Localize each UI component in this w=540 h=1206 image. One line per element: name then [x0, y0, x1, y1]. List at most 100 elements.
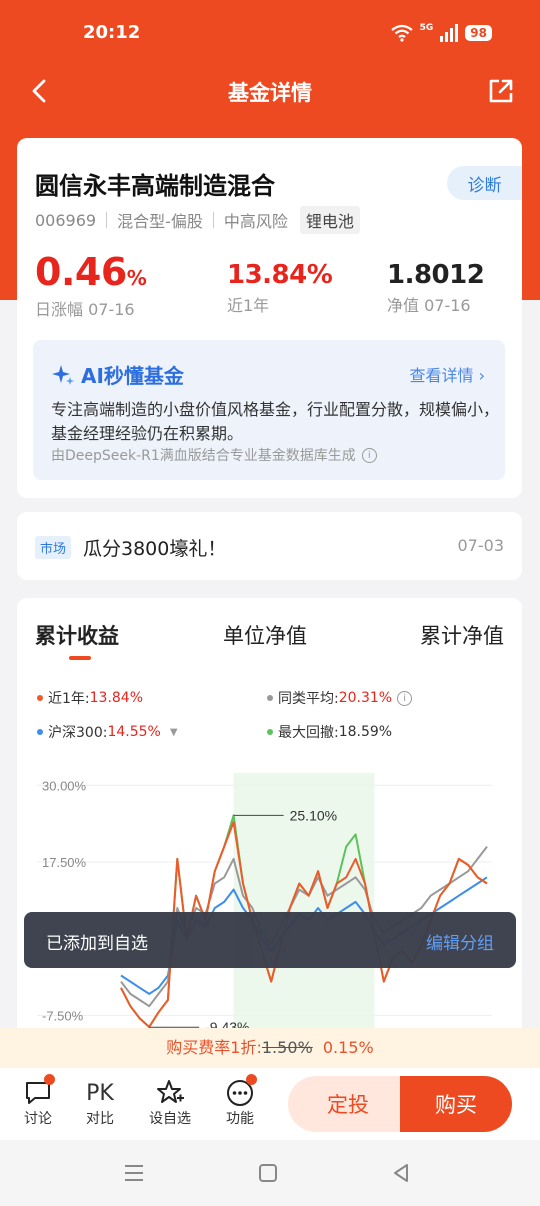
- tab-unit-nav[interactable]: 单位净值: [223, 620, 307, 650]
- divider: [212, 212, 214, 228]
- bottom-action-bar: 讨论 PK 对比 设自选 功能 定投 购买: [0, 1068, 540, 1140]
- year-return-metric: 13.84% 近1年: [227, 260, 333, 316]
- nav-metric: 1.8012 净值 07-16: [387, 260, 485, 316]
- fund-name: 圆信永丰高端制造混合: [35, 172, 275, 200]
- share-icon: [489, 79, 513, 103]
- fund-summary-card: 圆信永丰高端制造混合 诊断 006969 混合型-偏股 中高风险 锂电池 0.4…: [17, 138, 522, 498]
- functions-label: 功能: [226, 1111, 254, 1127]
- legend-fund-value: 13.84%: [89, 690, 144, 706]
- wifi-icon: [390, 24, 413, 42]
- compare-button[interactable]: PK 对比: [70, 1078, 130, 1128]
- year-return-value: 13.84%: [227, 260, 333, 290]
- news-date: 07-03: [457, 536, 505, 555]
- max-annotation-label: 25.10%: [290, 807, 337, 823]
- legend-dot: [37, 695, 43, 701]
- share-button[interactable]: [486, 76, 516, 106]
- system-navigation-bar: [0, 1140, 540, 1206]
- buy-button[interactable]: 购买: [400, 1076, 512, 1132]
- status-bar: 20:12 5G 98: [0, 0, 540, 68]
- promo-new-fee: 0.15%: [322, 1038, 374, 1057]
- year-return-label: 近1年: [227, 296, 270, 315]
- star-plus-icon: [157, 1080, 184, 1103]
- home-icon[interactable]: [258, 1163, 278, 1183]
- daily-change-label: 日涨幅 07-16: [35, 300, 135, 319]
- news-chip: 市场: [35, 536, 72, 559]
- diagnose-button[interactable]: 诊断: [447, 166, 522, 200]
- notification-dot: [246, 1074, 257, 1085]
- menu-icon[interactable]: [124, 1164, 144, 1182]
- toast-text: 已添加到自选: [46, 934, 148, 954]
- ai-summary-box[interactable]: AI秒懂基金 查看详情 › 专注高端制造的小盘价值风格基金，行业配置分散，规模偏…: [33, 340, 505, 480]
- returns-chart-card: 累计收益 单位净值 累计净值 近1年: 13.84% 同类平均: 20.31% i 沪…: [17, 598, 522, 1048]
- battery-icon: 98: [465, 25, 492, 41]
- fee-promo-bar: 购买费率1折:1.50% 0.15%: [0, 1028, 540, 1068]
- toast-notification: 已添加到自选 编辑分组: [24, 912, 516, 968]
- status-icons: 5G 98: [390, 23, 492, 42]
- legend-fund: 近1年: 13.84%: [37, 688, 143, 708]
- daily-change-metric: 0.46% 日涨幅 07-16: [35, 250, 147, 320]
- ai-detail-link[interactable]: 查看详情 ›: [409, 362, 485, 386]
- discuss-button[interactable]: 讨论: [8, 1074, 68, 1128]
- tab-cumulative-nav[interactable]: 累计净值: [420, 620, 504, 650]
- more-functions-button[interactable]: 功能: [210, 1074, 270, 1128]
- legend-dot: [267, 729, 273, 735]
- fund-type: 混合型-偏股: [117, 212, 203, 231]
- news-item[interactable]: 市场 瓜分3800壕礼！ 07-03: [17, 512, 522, 580]
- info-icon[interactable]: i: [361, 447, 377, 463]
- ai-title: AI秒懂基金: [51, 360, 184, 389]
- sector-tag[interactable]: 锂电池: [299, 206, 360, 234]
- legend-drawdown: 最大回撤: 18.59%: [267, 722, 392, 742]
- news-text: 瓜分3800壕礼！: [83, 538, 227, 560]
- network-label: 5G: [419, 23, 434, 33]
- caret-down-icon: ▼: [169, 726, 178, 738]
- discuss-label: 讨论: [24, 1111, 52, 1127]
- legend-peer-label: 同类平均:: [278, 691, 339, 707]
- legend-index[interactable]: 沪深300: 14.55% ▼: [37, 722, 178, 742]
- legend-index-label: 沪深300:: [48, 725, 108, 741]
- fixed-investment-button[interactable]: 定投: [288, 1076, 408, 1132]
- legend-fund-label: 近1年:: [48, 691, 90, 707]
- ai-summary-text: 专注高端制造的小盘价值风格基金，行业配置分散，规模偏小，基金经理经验仍在积累期。: [51, 400, 500, 443]
- ai-footer: 由DeepSeek-R1满血版结合专业基金数据库生成 i: [51, 445, 377, 465]
- legend-dot: [37, 729, 43, 735]
- tab-cumulative-return[interactable]: 累计收益: [35, 620, 119, 650]
- returns-chart[interactable]: 30.00%17.50%5.00%-7.50%25.10%-9.43%: [17, 758, 522, 1048]
- nav-value: 1.8012: [387, 260, 485, 290]
- legend-index-value: 14.55%: [107, 724, 161, 740]
- legend-peer-value: 20.31%: [338, 690, 393, 706]
- watchlist-button[interactable]: 设自选: [140, 1078, 200, 1128]
- promo-prefix: 购买费率1折:: [166, 1038, 262, 1057]
- promo-old-fee: 1.50%: [261, 1038, 313, 1057]
- legend-drawdown-value: 18.59%: [338, 724, 393, 740]
- back-triangle-icon[interactable]: [391, 1163, 411, 1183]
- sparkle-icon: [52, 364, 74, 385]
- watchlist-label: 设自选: [149, 1111, 191, 1127]
- y-tick-label: -7.50%: [42, 1008, 84, 1023]
- daily-change-unit: %: [126, 266, 147, 290]
- fund-code: 006969: [35, 210, 97, 230]
- nav-bar: 基金详情: [0, 68, 540, 114]
- daily-change-value: 0.46: [35, 250, 127, 294]
- ai-title-text: AI秒懂基金: [81, 364, 184, 388]
- status-time: 20:12: [83, 22, 141, 43]
- signal-icon: [440, 24, 459, 42]
- edit-group-link[interactable]: 编辑分组: [426, 929, 494, 954]
- info-icon[interactable]: i: [397, 690, 413, 706]
- legend-dot: [267, 695, 273, 701]
- ai-footer-text: 由DeepSeek-R1满血版结合专业基金数据库生成: [51, 448, 356, 464]
- ai-detail-label: 查看详情: [409, 366, 474, 385]
- legend-drawdown-label: 最大回撤:: [278, 725, 339, 741]
- y-tick-label: 30.00%: [42, 778, 87, 793]
- legend-peer: 同类平均: 20.31% i: [267, 688, 413, 708]
- compare-label: 对比: [86, 1111, 114, 1127]
- page-title: 基金详情: [228, 81, 312, 105]
- chevron-right-icon: ›: [478, 366, 485, 385]
- active-tab-indicator: [69, 656, 91, 660]
- divider: [106, 212, 108, 228]
- fund-tags: 006969 混合型-偏股 中高风险 锂电池: [35, 206, 360, 234]
- fund-risk: 中高风险: [223, 212, 288, 231]
- notification-dot: [44, 1074, 55, 1085]
- pk-icon: PK: [86, 1080, 114, 1106]
- nav-label: 净值 07-16: [387, 296, 471, 315]
- y-tick-label: 17.50%: [42, 855, 87, 870]
